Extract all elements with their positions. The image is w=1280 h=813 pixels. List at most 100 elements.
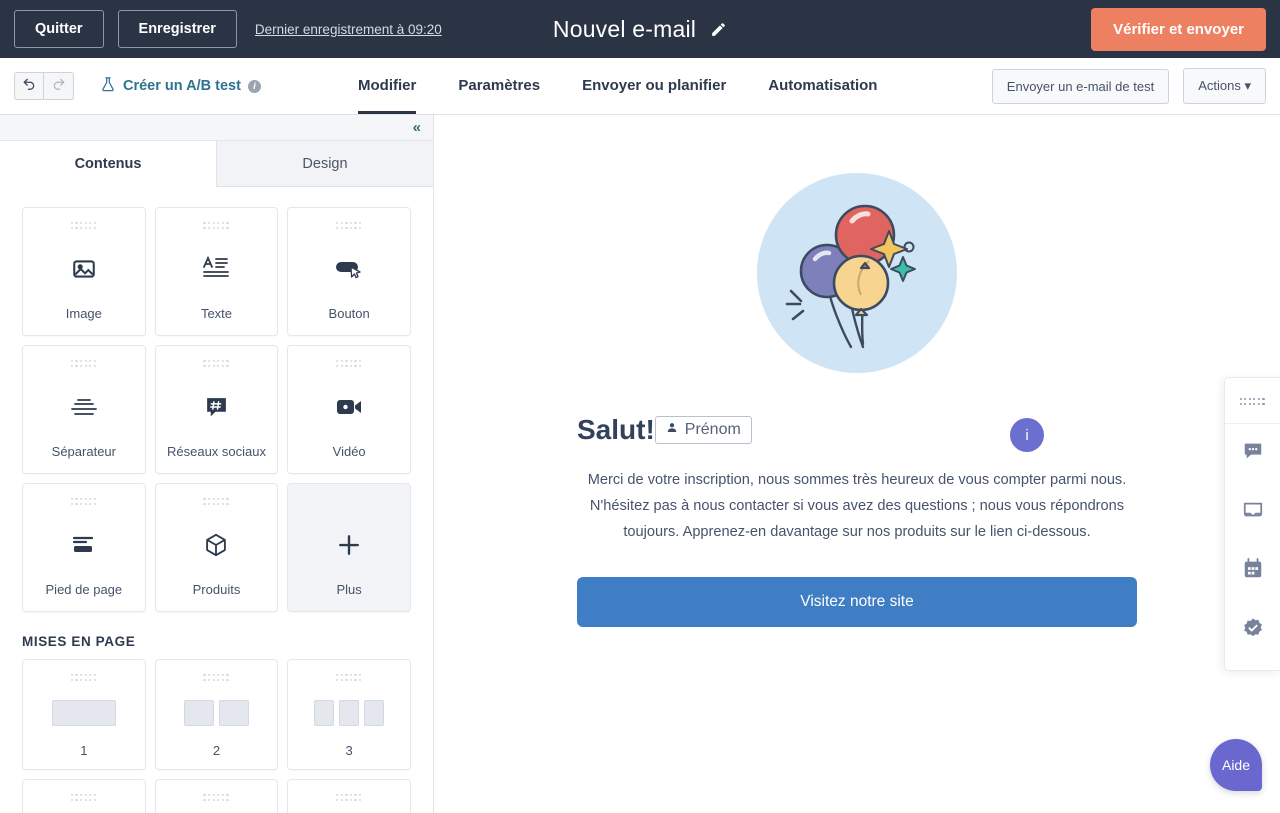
tab-contenus[interactable]: Contenus: [0, 141, 216, 187]
drag-dots-icon: [336, 498, 362, 507]
drag-dots-icon: [71, 360, 97, 369]
visit-site-cta-button[interactable]: Visitez notre site: [577, 577, 1137, 627]
block-produits[interactable]: Produits: [155, 483, 279, 612]
layout-row-3[interactable]: [287, 779, 411, 813]
block-plus[interactable]: Plus: [287, 483, 411, 612]
video-icon: [335, 369, 363, 444]
floating-dock: [1224, 377, 1280, 671]
last-save-status[interactable]: Dernier enregistrement à 09:20: [255, 22, 442, 37]
drag-dots-icon: [336, 222, 362, 231]
editor-toolbar: Créer un A/B test i Modifier Paramètres …: [0, 58, 1280, 115]
layout-2-columns[interactable]: 2: [155, 659, 279, 770]
social-icon: [204, 369, 229, 444]
block-separateur[interactable]: Séparateur: [22, 345, 146, 474]
drag-dots-icon: [203, 222, 229, 231]
image-icon: [71, 231, 97, 306]
block-label: Bouton: [329, 306, 370, 335]
drag-dots-icon: [203, 794, 229, 803]
save-button[interactable]: Enregistrer: [118, 10, 237, 48]
layouts-grid: 1 2 3: [22, 659, 411, 813]
dock-item-inbox[interactable]: [1225, 483, 1280, 542]
layout-label: 3: [346, 743, 353, 769]
person-icon: [666, 421, 678, 439]
drag-dots-icon: [203, 498, 229, 507]
layouts-section-heading: MISES EN PAGE: [22, 634, 411, 649]
block-label: Séparateur: [52, 444, 116, 473]
dock-item-chat[interactable]: [1225, 424, 1280, 483]
layout-preview: [314, 803, 384, 813]
block-image[interactable]: Image: [22, 207, 146, 336]
drag-dots-icon: [203, 360, 229, 369]
layout-label: 1: [80, 743, 87, 769]
layout-preview: [51, 803, 116, 813]
layout-row-2-a[interactable]: [22, 779, 146, 813]
sidebar-scroll-area[interactable]: Image Texte: [0, 187, 433, 813]
block-label: Image: [66, 306, 102, 335]
footer-icon: [71, 507, 97, 582]
product-box-icon: [203, 507, 229, 582]
sidebar-tabs: Contenus Design: [0, 141, 433, 187]
info-badge[interactable]: i: [1010, 418, 1044, 452]
layout-preview: [52, 683, 116, 743]
chat-bubble-icon: [1242, 440, 1264, 467]
quit-button[interactable]: Quitter: [14, 10, 104, 48]
block-reseaux-sociaux[interactable]: Réseaux sociaux: [155, 345, 279, 474]
block-label: Vidéo: [333, 444, 366, 473]
plus-icon: [334, 507, 364, 582]
pencil-icon[interactable]: [710, 21, 727, 38]
block-texte[interactable]: Texte: [155, 207, 279, 336]
button-icon: [334, 231, 364, 306]
layout-preview: [184, 683, 249, 743]
drag-dots-icon: [203, 674, 229, 683]
editor-tabs: Modifier Paramètres Envoyer ou planifier…: [358, 58, 919, 114]
layout-preview: [314, 683, 384, 743]
token-label: Prénom: [685, 421, 741, 439]
ab-test-label: Créer un A/B test: [123, 78, 241, 94]
greeting-text: Salut!: [577, 414, 655, 446]
block-pied-de-page[interactable]: Pied de page: [22, 483, 146, 612]
dock-drag-handle[interactable]: [1225, 388, 1280, 424]
editor-body: « Contenus Design Image: [0, 115, 1280, 813]
block-bouton[interactable]: Bouton: [287, 207, 411, 336]
drag-dots-icon: [1240, 398, 1266, 407]
email-canvas[interactable]: Salut! Prénom Merci de votre inscription…: [434, 115, 1280, 813]
calendar-icon: [1242, 558, 1264, 585]
block-video[interactable]: Vidéo: [287, 345, 411, 474]
dock-item-calendar[interactable]: [1225, 542, 1280, 601]
chevron-down-icon: ▾: [1244, 78, 1251, 93]
email-paragraph[interactable]: Merci de votre inscription, nous sommes …: [577, 467, 1137, 545]
text-icon: [202, 231, 230, 306]
sidebar-collapse-row: «: [0, 115, 433, 141]
inbox-tray-icon: [1242, 499, 1264, 526]
top-bar: Quitter Enregistrer Dernier enregistreme…: [0, 0, 1280, 58]
drag-dots-icon: [336, 794, 362, 803]
personalization-token[interactable]: Prénom: [655, 416, 752, 444]
tab-envoyer-ou-planifier[interactable]: Envoyer ou planifier: [582, 77, 726, 114]
layout-1-column[interactable]: 1: [22, 659, 146, 770]
verify-and-send-button[interactable]: Vérifier et envoyer: [1091, 8, 1266, 51]
page-title: Nouvel e-mail: [553, 16, 696, 43]
drag-dots-icon: [71, 674, 97, 683]
layout-row-2-b[interactable]: [155, 779, 279, 813]
tab-modifier[interactable]: Modifier: [358, 77, 416, 114]
tab-design[interactable]: Design: [216, 141, 433, 187]
content-blocks-grid: Image Texte: [22, 207, 411, 612]
send-test-email-button[interactable]: Envoyer un e-mail de test: [992, 69, 1169, 104]
redo-button[interactable]: [44, 72, 74, 100]
actions-dropdown-button[interactable]: Actions ▾: [1183, 68, 1266, 104]
greeting-line: Salut! Prénom: [577, 414, 1137, 446]
toolbar-right-group: Envoyer un e-mail de test Actions ▾: [992, 68, 1266, 104]
tab-automatisation[interactable]: Automatisation: [768, 77, 877, 114]
drag-dots-icon: [336, 674, 362, 683]
tab-parametres[interactable]: Paramètres: [458, 77, 540, 114]
balloons-illustration[interactable]: [757, 173, 957, 373]
dock-item-verified[interactable]: [1225, 601, 1280, 660]
create-ab-test-button[interactable]: Créer un A/B test i: [100, 76, 261, 97]
layout-3-columns[interactable]: 3: [287, 659, 411, 770]
layout-label: 2: [213, 743, 220, 769]
help-button[interactable]: Aide: [1210, 739, 1262, 791]
undo-button[interactable]: [14, 72, 44, 100]
drag-dots-icon: [71, 498, 97, 507]
info-icon[interactable]: i: [248, 80, 261, 93]
chevron-double-left-icon[interactable]: «: [413, 120, 421, 135]
